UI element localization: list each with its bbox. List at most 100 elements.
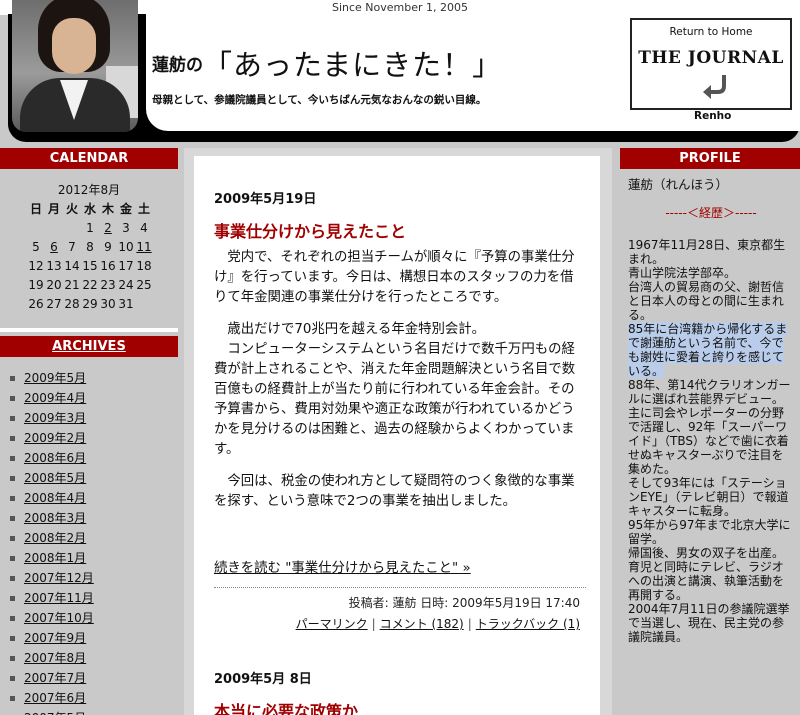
archive-link[interactable]: 2009年3月 bbox=[24, 411, 86, 425]
archive-link[interactable]: 2007年5月 bbox=[24, 711, 86, 715]
calendar-table: 日月火水木金土 1 2 3 4 5 6 7 8 9 10 11 12 13 14 15 16 17 18 19 20 2… bbox=[27, 199, 153, 313]
archive-link[interactable]: 2008年6月 bbox=[24, 451, 86, 465]
calendar-day: 9 bbox=[104, 239, 112, 254]
archive-link[interactable]: 2008年1月 bbox=[24, 551, 86, 565]
calendar-day: 25 bbox=[136, 277, 152, 292]
blog-tagline: 母親として、参議院議員として、今いちばん元気なおんなの鋭い目線。 bbox=[152, 94, 487, 106]
calendar-day: 23 bbox=[100, 277, 116, 292]
sidebar-divider bbox=[0, 328, 178, 332]
archive-link[interactable]: 2009年2月 bbox=[24, 431, 86, 445]
archive-link[interactable]: 2008年5月 bbox=[24, 471, 86, 485]
archive-link[interactable]: 2007年8月 bbox=[24, 651, 86, 665]
return-home-link[interactable]: Return to Home THE JOURNAL bbox=[630, 18, 792, 110]
calendar-day-link[interactable]: 11 bbox=[136, 240, 151, 254]
archive-link[interactable]: 2007年10月 bbox=[24, 611, 94, 625]
profile-text: 88年、第14代クラリオンガールに選ばれ芸能界デビュー。主に司会やレポーターの分… bbox=[628, 378, 791, 476]
archive-link[interactable]: 2008年4月 bbox=[24, 491, 86, 505]
archive-link[interactable]: 2007年11月 bbox=[24, 591, 94, 605]
calendar-day: 21 bbox=[64, 277, 80, 292]
archive-link[interactable]: 2009年4月 bbox=[24, 391, 86, 405]
post-meta: 投稿者: 蓮舫 日時: 2009年5月19日 17:40 bbox=[348, 596, 580, 610]
calendar-day: 26 bbox=[28, 296, 44, 311]
calendar-day: 8 bbox=[86, 239, 94, 254]
blog-title[interactable]: 蓮舫の「あったまにきた！」 bbox=[152, 42, 502, 84]
calendar-day: 29 bbox=[82, 296, 98, 311]
calendar-caption: 2012年8月 bbox=[57, 183, 121, 197]
comments-link[interactable]: コメント (182) bbox=[380, 617, 464, 631]
profile-heading: PROFILE bbox=[620, 148, 800, 169]
archives-heading[interactable]: ARCHIVES bbox=[0, 336, 178, 357]
author-photo bbox=[12, 0, 138, 132]
archive-item: 2007年8月 bbox=[8, 648, 178, 668]
archive-item: 2007年9月 bbox=[8, 628, 178, 648]
return-home-label: Return to Home bbox=[669, 26, 753, 38]
journal-logo: THE JOURNAL bbox=[638, 48, 784, 68]
archive-item: 2009年4月 bbox=[8, 388, 178, 408]
post-title[interactable]: 事業仕分けから見えたこと bbox=[214, 218, 406, 242]
post-divider bbox=[214, 587, 586, 588]
renho-label: Renho bbox=[694, 110, 732, 122]
profile-career-heading: -----＜経歴＞----- bbox=[665, 206, 757, 220]
calendar-weekday: 金 bbox=[119, 202, 132, 216]
calendar-day bbox=[45, 218, 63, 237]
archives-list: 2009年5月 2009年4月 2009年3月 2009年2月 2008年6月 2008年… bbox=[8, 368, 178, 715]
main-column: 2009年5月19日 事業仕分けから見えたこと 党内で、それぞれの担当チームが順… bbox=[184, 148, 612, 715]
archive-item: 2008年4月 bbox=[8, 488, 178, 508]
calendar-day[interactable]: 6 bbox=[45, 237, 63, 256]
calendar-heading: CALENDAR bbox=[0, 148, 178, 169]
calendar-day: 1 bbox=[86, 220, 94, 235]
calendar-day: 17 bbox=[118, 258, 134, 273]
calendar-day bbox=[63, 218, 81, 237]
profile-text: そして93年には「ステーションEYE」（テレビ朝日）で報道キャスターに転身。 bbox=[628, 476, 789, 518]
archive-item: 2007年5月 bbox=[8, 708, 178, 715]
archive-item: 2009年2月 bbox=[8, 428, 178, 448]
post-date: 2009年5月19日 bbox=[214, 192, 317, 207]
profile-name: 蓮舫（れんほう） bbox=[628, 177, 729, 192]
archive-item: 2009年3月 bbox=[8, 408, 178, 428]
archive-link[interactable]: 2008年3月 bbox=[24, 511, 86, 525]
archive-link[interactable]: 2009年5月 bbox=[24, 371, 86, 385]
archive-item: 2008年3月 bbox=[8, 508, 178, 528]
read-more-link[interactable]: 続きを読む "事業仕分けから見えたこと" » bbox=[214, 556, 471, 576]
archive-item: 2007年6月 bbox=[8, 688, 178, 708]
post-title[interactable]: 本当に必要な政策か bbox=[214, 698, 358, 715]
calendar-day-link[interactable]: 2 bbox=[104, 221, 112, 235]
calendar-day: 22 bbox=[82, 277, 98, 292]
calendar-day: 4 bbox=[140, 220, 148, 235]
calendar: 2012年8月 日月火水木金土 1 2 3 4 5 6 7 8 9 10 11 12 13 14 15 16 1… bbox=[0, 171, 178, 313]
trackbacks-link[interactable]: トラックバック (1) bbox=[476, 617, 580, 631]
profile-text-selected: 85年に台湾籍から帰化するまで謝蓮舫という名前で、今でも謝姓に愛着と誇りを感じて… bbox=[628, 322, 794, 378]
archive-link[interactable]: 2007年9月 bbox=[24, 631, 86, 645]
profile-text: 1967年11月28日、東京都生まれ。 bbox=[628, 238, 786, 266]
archive-item: 2007年10月 bbox=[8, 608, 178, 628]
archive-link[interactable]: 2007年6月 bbox=[24, 691, 86, 705]
calendar-weekday: 水 bbox=[83, 202, 96, 216]
archive-item: 2008年5月 bbox=[8, 468, 178, 488]
calendar-day: 5 bbox=[32, 239, 40, 254]
calendar-day[interactable]: 2 bbox=[99, 218, 117, 237]
permalink-link[interactable]: パーマリンク bbox=[296, 617, 368, 631]
archive-link[interactable]: 2007年7月 bbox=[24, 671, 86, 685]
archive-link[interactable]: 2007年12月 bbox=[24, 571, 94, 585]
archive-item: 2008年1月 bbox=[8, 548, 178, 568]
calendar-day-link[interactable]: 6 bbox=[50, 240, 58, 254]
calendar-day: 31 bbox=[118, 296, 134, 311]
archive-item: 2007年7月 bbox=[8, 668, 178, 688]
calendar-day: 3 bbox=[122, 220, 130, 235]
blog-title-text: 「あったまにきた！」 bbox=[203, 48, 503, 82]
calendar-weekday: 日 bbox=[29, 202, 42, 216]
calendar-day: 7 bbox=[68, 239, 76, 254]
profile-panel: 蓮舫（れんほう） -----＜経歴＞----- 1967年11月28日、東京都生… bbox=[628, 178, 794, 644]
calendar-weekday: 月 bbox=[47, 202, 60, 216]
archive-link[interactable]: 2008年2月 bbox=[24, 531, 86, 545]
blog-author: 蓮舫の bbox=[152, 55, 203, 76]
content-panel: 2009年5月19日 事業仕分けから見えたこと 党内で、それぞれの担当チームが順… bbox=[194, 156, 600, 715]
calendar-day: 30 bbox=[100, 296, 116, 311]
post-paragraph: 歳出だけで70兆円を越える年金特別会計。 bbox=[227, 322, 486, 337]
calendar-day[interactable]: 11 bbox=[135, 237, 153, 256]
archive-item: 2008年6月 bbox=[8, 448, 178, 468]
calendar-weekday: 土 bbox=[137, 202, 150, 216]
post-paragraph: コンピューターシステムという名目だけで数千万円もの経費が計上されることや、消えた… bbox=[214, 342, 576, 457]
archive-item: 2007年11月 bbox=[8, 588, 178, 608]
calendar-day: 20 bbox=[46, 277, 62, 292]
